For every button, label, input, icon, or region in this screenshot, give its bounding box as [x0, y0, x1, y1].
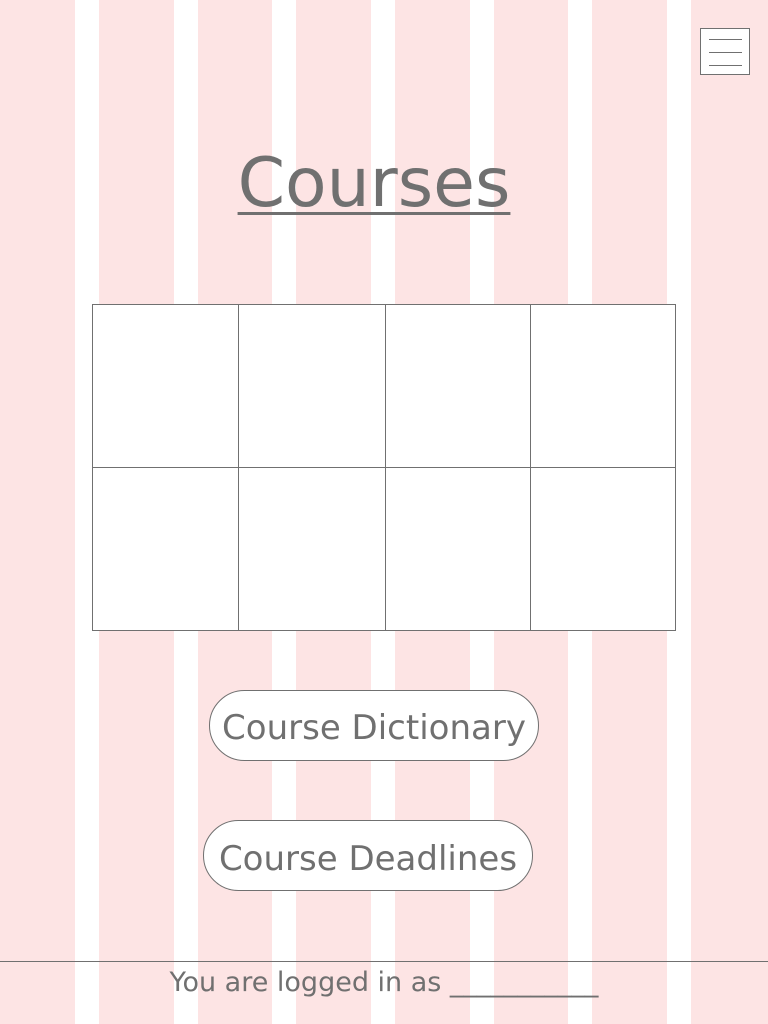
- course-tile[interactable]: [531, 305, 675, 468]
- course-tile[interactable]: [239, 468, 386, 630]
- hamburger-menu-icon-line: [709, 65, 742, 66]
- course-tile[interactable]: [386, 305, 531, 468]
- course-dictionary-button[interactable]: Course Dictionary: [209, 690, 539, 761]
- footer-divider: [0, 961, 768, 962]
- page-title: Courses: [237, 144, 511, 223]
- course-tile[interactable]: [93, 468, 239, 630]
- course-tile[interactable]: [386, 468, 531, 630]
- course-tile[interactable]: [531, 468, 675, 630]
- hamburger-menu-button[interactable]: [700, 28, 750, 75]
- course-deadlines-button[interactable]: Course Deadlines: [203, 820, 533, 891]
- course-tile[interactable]: [239, 305, 386, 468]
- course-grid: [92, 304, 676, 631]
- course-tile[interactable]: [93, 305, 239, 468]
- login-status-text: You are logged in as ___________: [169, 967, 599, 998]
- hamburger-menu-icon-line: [709, 52, 742, 53]
- hamburger-menu-icon: [709, 39, 742, 40]
